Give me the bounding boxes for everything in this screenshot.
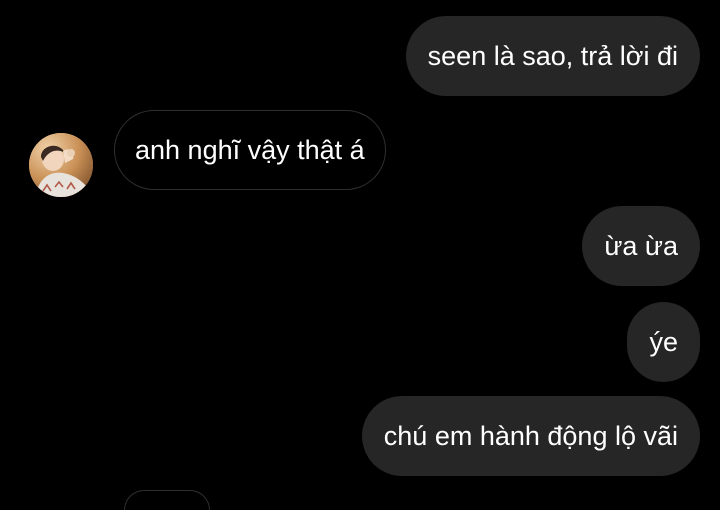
received-message-bubble[interactable]: anh nghĩ vậy thật á [114, 110, 386, 190]
message-text: chú em hành động lộ vãi [383, 420, 678, 451]
message-text: ừa ừa [604, 230, 678, 261]
sent-message-bubble[interactable]: seen là sao, trả lời đi [405, 16, 700, 96]
message-thread: seen là sao, trả lời đi anh nghĩ vậy thậ… [0, 0, 720, 510]
sent-message-bubble[interactable]: chú em hành động lộ vãi [361, 396, 700, 476]
message-text: anh nghĩ vậy thật á [135, 134, 365, 165]
sent-message-bubble[interactable]: ừa ừa [582, 206, 700, 286]
profile-photo-icon [29, 133, 93, 197]
message-text: seen là sao, trả lời đi [427, 40, 678, 71]
received-message-bubble-partial[interactable] [124, 490, 210, 510]
contact-avatar[interactable] [29, 133, 93, 197]
message-text: ýe [649, 326, 678, 357]
sent-message-bubble[interactable]: ýe [627, 302, 700, 382]
